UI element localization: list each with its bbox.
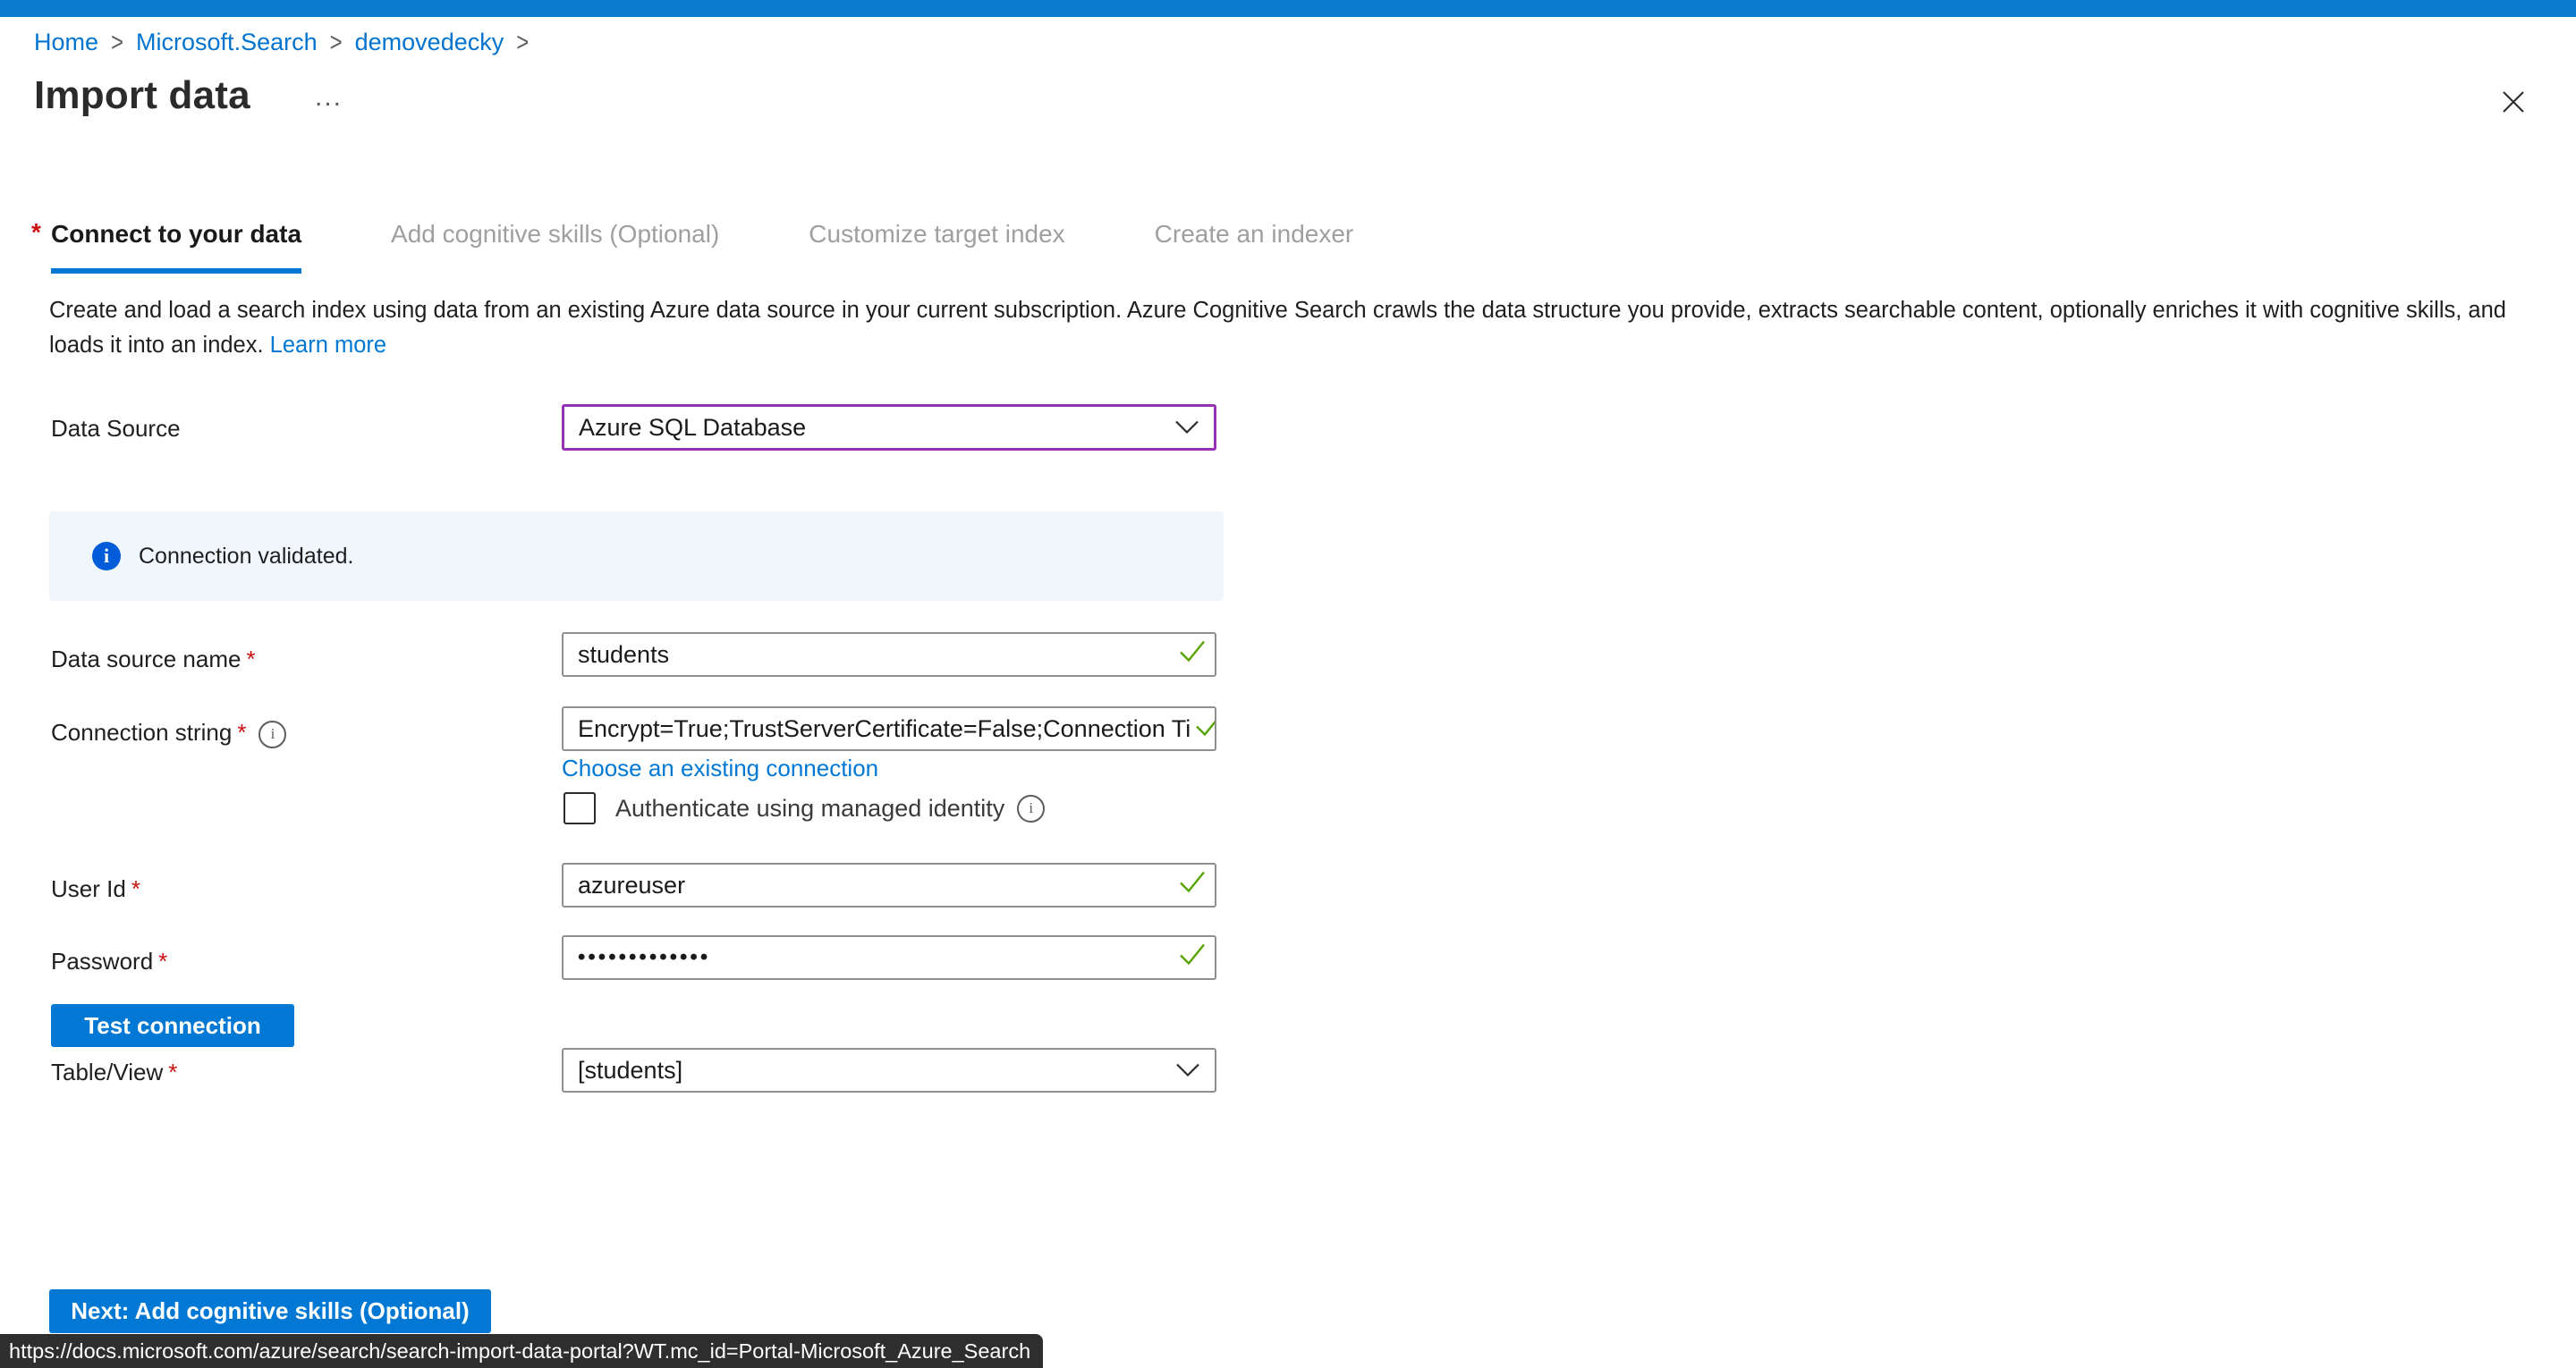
required-asterisk: *: [131, 875, 140, 902]
label-text: Data source name: [51, 646, 241, 672]
tab-label: Create an indexer: [1155, 220, 1354, 248]
chevron-down-icon: [1174, 414, 1199, 442]
data-source-name-label: Data source name*: [51, 646, 256, 673]
portal-top-bar: [0, 0, 2576, 17]
close-icon-glyph: [2499, 88, 2528, 116]
info-icon[interactable]: i: [1017, 795, 1045, 823]
page-title: Import data: [34, 73, 250, 118]
breadcrumb-separator: >: [111, 27, 123, 58]
managed-identity-checkbox[interactable]: [564, 792, 596, 824]
label-text: Password: [51, 948, 153, 975]
data-source-label: Data Source: [51, 415, 181, 443]
connection-string-value: Encrypt=True;TrustServerCertificate=Fals…: [578, 715, 1216, 743]
tab-customize-target-index[interactable]: Customize target index: [809, 220, 1064, 274]
required-asterisk: *: [246, 646, 255, 672]
breadcrumb-demovedecky[interactable]: demovedecky: [355, 29, 504, 56]
next-add-cognitive-skills-button[interactable]: Next: Add cognitive skills (Optional): [49, 1289, 491, 1333]
password-label: Password*: [51, 948, 167, 975]
checkmark-icon: [1177, 638, 1208, 671]
checkmark-icon: [1193, 713, 1216, 746]
statusbar-url: https://docs.microsoft.com/azure/search/…: [9, 1339, 1030, 1364]
label-text: User Id: [51, 875, 126, 902]
label-text: Connection string: [51, 719, 232, 746]
connection-string-label: Connection string* i: [51, 719, 286, 748]
banner-text: Connection validated.: [139, 544, 353, 570]
managed-identity-label: Authenticate using managed identity: [615, 795, 1004, 823]
close-icon[interactable]: [2496, 84, 2531, 120]
intro-text: Create and load a search index using dat…: [49, 298, 2506, 358]
info-icon[interactable]: i: [258, 721, 286, 748]
info-icon: i: [92, 542, 121, 570]
user-id-value: azureuser: [578, 872, 685, 899]
required-asterisk: *: [237, 719, 246, 746]
user-id-label: User Id*: [51, 875, 140, 903]
label-text: Table/View: [51, 1059, 163, 1085]
data-source-name-input[interactable]: students: [562, 632, 1216, 677]
managed-identity-row: Authenticate using managed identity i: [564, 792, 1045, 824]
import-data-page: Home > Microsoft.Search > demovedecky > …: [0, 0, 2576, 1368]
tab-connect-to-your-data[interactable]: * Connect to your data: [51, 220, 301, 274]
ellipsis-icon[interactable]: ...: [315, 82, 343, 113]
table-view-select[interactable]: [students]: [562, 1048, 1216, 1093]
choose-existing-connection-link[interactable]: Choose an existing connection: [562, 755, 878, 782]
breadcrumb-home[interactable]: Home: [34, 29, 98, 56]
tab-label: Connect to your data: [51, 220, 301, 248]
required-asterisk: *: [158, 948, 167, 975]
user-id-input[interactable]: azureuser: [562, 863, 1216, 908]
wizard-tabs: * Connect to your data Add cognitive ski…: [51, 220, 1353, 274]
required-asterisk: *: [31, 218, 41, 247]
password-value: •••••••••••••: [578, 945, 710, 970]
checkmark-icon: [1177, 869, 1208, 902]
breadcrumb-separator: >: [330, 27, 343, 58]
table-view-label: Table/View*: [51, 1059, 177, 1086]
test-connection-button[interactable]: Test connection: [51, 1004, 294, 1047]
tab-add-cognitive-skills[interactable]: Add cognitive skills (Optional): [391, 220, 719, 274]
table-view-value: [students]: [578, 1057, 682, 1085]
intro-paragraph: Create and load a search index using dat…: [49, 293, 2545, 363]
required-asterisk: *: [168, 1059, 177, 1085]
link-preview-statusbar: https://docs.microsoft.com/azure/search/…: [0, 1334, 1043, 1368]
tab-create-an-indexer[interactable]: Create an indexer: [1155, 220, 1354, 274]
connection-string-input[interactable]: Encrypt=True;TrustServerCertificate=Fals…: [562, 706, 1216, 751]
chevron-down-icon: [1175, 1057, 1200, 1085]
connection-validated-banner: i Connection validated.: [49, 511, 1224, 601]
tab-label: Add cognitive skills (Optional): [391, 220, 719, 248]
data-source-value: Azure SQL Database: [579, 414, 806, 442]
password-input[interactable]: •••••••••••••: [562, 935, 1216, 980]
learn-more-link[interactable]: Learn more: [270, 333, 386, 358]
data-source-name-value: students: [578, 641, 669, 669]
tab-label: Customize target index: [809, 220, 1064, 248]
checkmark-icon: [1177, 942, 1208, 975]
breadcrumb-microsoft-search[interactable]: Microsoft.Search: [136, 29, 318, 56]
breadcrumb: Home > Microsoft.Search > demovedecky >: [34, 29, 529, 56]
data-source-select[interactable]: Azure SQL Database: [562, 404, 1216, 451]
breadcrumb-separator: >: [516, 27, 529, 58]
